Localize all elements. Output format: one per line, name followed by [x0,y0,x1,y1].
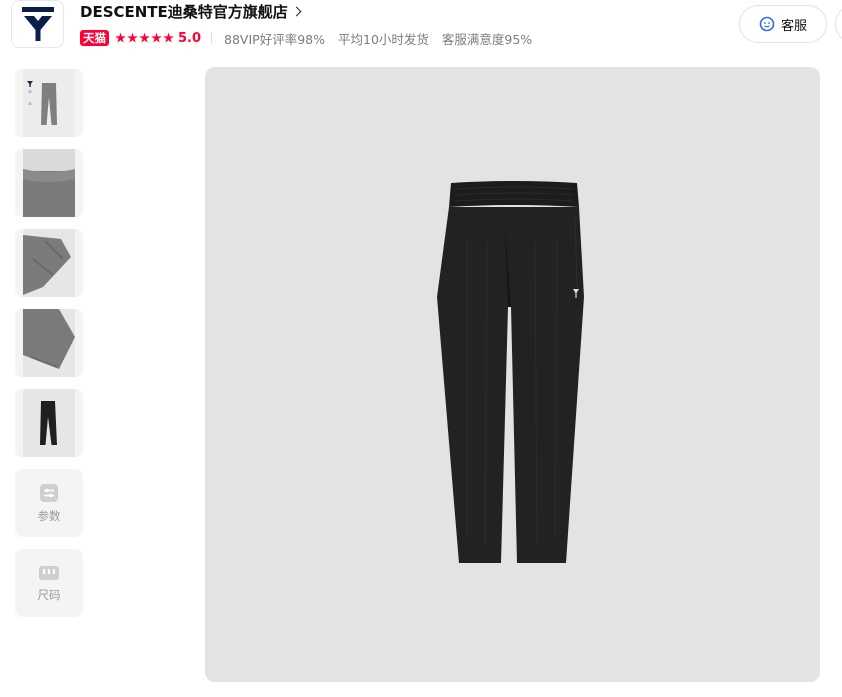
service-satisfaction: 客服满意度95% [441,31,533,47]
more-button[interactable] [835,5,842,43]
star-icon [139,32,150,43]
divider [211,32,213,44]
star-icon [127,32,138,43]
star-icon [151,32,162,43]
vip-good-rate: 88VIP好评率98% [224,31,325,47]
thumb-image [23,389,75,457]
thumb-cuff[interactable] [15,229,83,297]
thumb-waistband-detail [23,149,75,182]
shop-name: DESCENTE迪桑特官方旗舰店 [80,2,288,21]
chat-icon [759,16,775,32]
descente-logo-icon [21,7,54,41]
params-icon [40,483,58,502]
thumb-waistband[interactable] [15,149,83,217]
thumb-black[interactable] [15,389,83,457]
shop-logo[interactable] [11,0,64,48]
shop-name-link[interactable]: DESCENTE迪桑特官方旗舰店 [80,0,302,22]
star-icon [163,32,174,43]
customer-service-label: 客服 [780,18,807,34]
thumb-image [23,229,75,297]
params-label: 参数 [37,508,61,523]
shop-meta: 天猫 5.0 88VIP好评率98% 平均10小时发货 客服满意度95% [80,29,545,47]
star-icon [115,32,126,43]
black-pants-main-image [437,181,584,563]
thumb-fabric[interactable] [15,309,83,377]
thumb-black-pants [40,401,57,445]
thumb-cuff-detail [23,235,71,295]
customer-service-button[interactable]: 客服 [739,5,827,43]
thumb-product-variants-icon [27,81,57,125]
avg-ship-time: 平均10小时发货 [338,31,429,47]
thumb-fabric-detail [23,309,75,369]
thumb-image [23,149,75,217]
shop-rating: 5.0 [178,30,202,46]
params-button[interactable]: 参数 [15,469,83,537]
size-button[interactable]: 尺码 [15,549,83,617]
chevron-right-icon [291,6,302,17]
thumb-image [23,69,75,137]
size-label: 尺码 [37,587,61,602]
thumb-product-variants[interactable] [15,69,83,137]
rating-stars [115,32,174,44]
tmall-badge: 天猫 [80,30,109,46]
thumb-image [23,309,75,377]
main-product-image[interactable] [205,67,820,682]
size-icon [39,565,59,580]
